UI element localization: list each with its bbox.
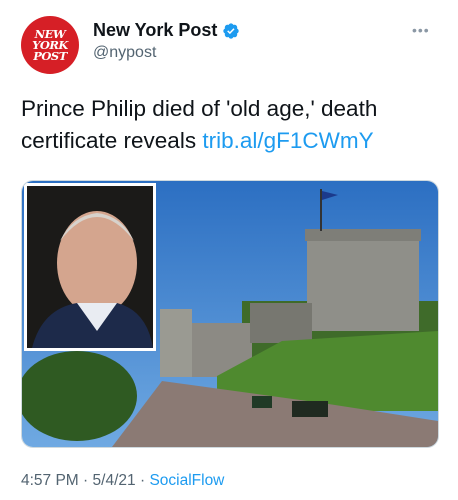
tweet-text: Prince Philip died of 'old age,' death c… (21, 93, 441, 157)
source-label[interactable]: SocialFlow (149, 472, 224, 489)
separator: · (139, 472, 146, 489)
tweet-link[interactable]: trib.al/gF1CWmY (202, 128, 373, 153)
display-name[interactable]: New York Post (93, 20, 217, 41)
logo-line-3: POST (33, 48, 67, 63)
handle[interactable]: @nypost (93, 44, 156, 62)
verified-badge-icon (223, 22, 240, 39)
tweet-time[interactable]: 4:57 PM (21, 472, 79, 489)
tweet-date[interactable]: 5/4/21 (93, 472, 136, 489)
tweet-meta: 4:57 PM · 5/4/21 · SocialFlow (21, 472, 224, 490)
separator: · (83, 472, 89, 489)
tweet-media[interactable] (21, 180, 439, 448)
castle-photo (22, 181, 438, 447)
author-name-row: New York Post (93, 20, 240, 41)
more-options-icon[interactable]: ••• (412, 22, 430, 38)
avatar[interactable]: NEW YORK POST (21, 16, 79, 74)
